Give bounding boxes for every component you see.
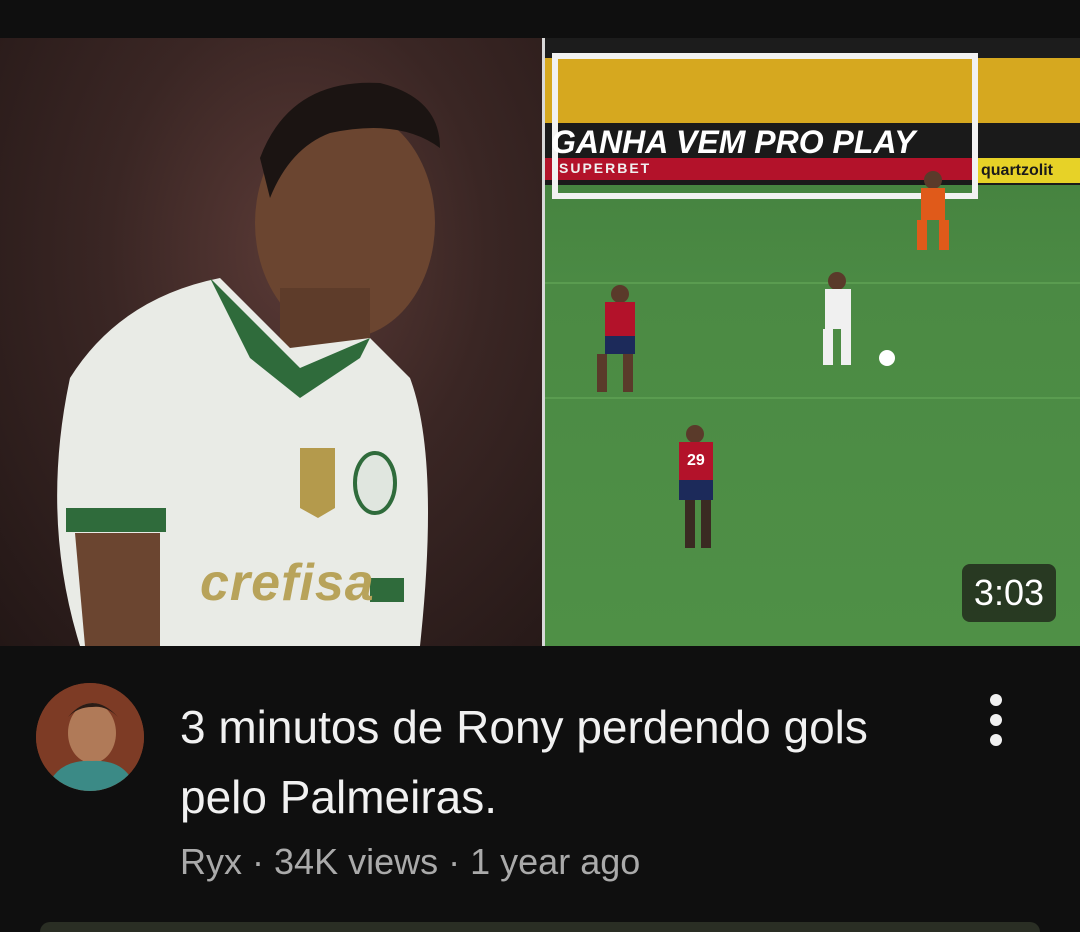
thumbnail-player-photo: crefisa — [0, 38, 542, 646]
more-options-button[interactable] — [970, 690, 1022, 750]
channel-avatar[interactable] — [36, 683, 144, 791]
metadata-separator: · — [252, 841, 265, 882]
jersey-sponsor-text: crefisa — [200, 554, 375, 612]
video-meta-row: 3 minutos de Rony perdendo gols pelo Pal… — [0, 646, 1080, 928]
duration-badge: 3:03 — [961, 564, 1056, 622]
metadata-separator: · — [448, 841, 461, 882]
top-bar — [0, 0, 1080, 38]
ad-board-text: GANHA VEM PRO PLAY — [551, 124, 916, 160]
thumbnail-match-clip: GANHA VEM PRO PLAY SUPERBET quartzolit 2… — [545, 38, 1080, 646]
video-metadata: Ryx · 34K views · 1 year ago — [180, 840, 640, 884]
view-count: 34K views — [274, 841, 439, 882]
player-number: 29 — [687, 452, 705, 469]
channel-name[interactable]: Ryx — [180, 841, 242, 882]
avatar-image — [36, 683, 144, 791]
video-thumbnail[interactable]: crefisa GANHA VEM PRO PLAY SUPERBET quar… — [0, 38, 1080, 646]
upload-age: 1 year ago — [470, 841, 641, 882]
side-board-text: quartzolit — [981, 162, 1053, 179]
video-title[interactable]: 3 minutos de Rony perdendo gols pelo Pal… — [180, 692, 940, 832]
more-vert-icon — [990, 694, 1002, 746]
ad-board-sponsor: SUPERBET — [559, 160, 652, 176]
next-item-edge — [40, 922, 1040, 932]
